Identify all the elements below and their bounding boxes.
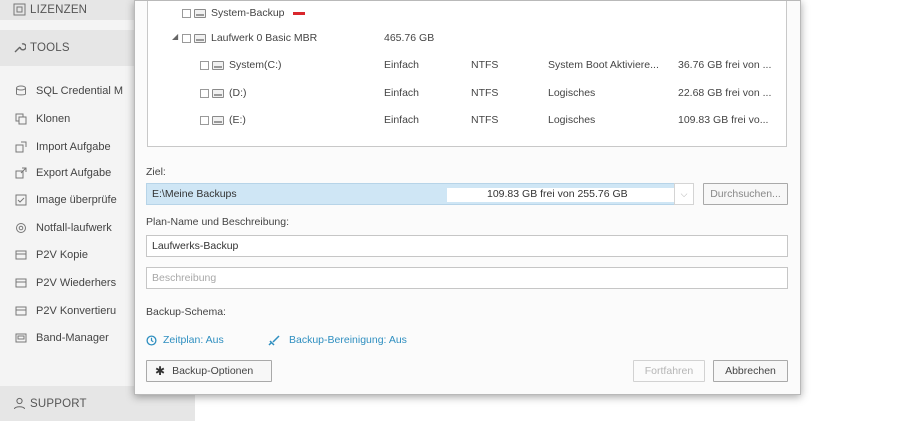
checkbox[interactable] bbox=[182, 33, 191, 43]
partition-name: (E:) bbox=[229, 114, 246, 126]
schedule-link[interactable]: Zeitplan: Aus bbox=[146, 334, 224, 346]
backup-dialog: System-Backup ◢ Laufwerk 0 Basic MBR 465… bbox=[134, 0, 801, 395]
partition-label-group: (D:) bbox=[200, 87, 247, 99]
tree-row-system-backup[interactable]: System-Backup bbox=[182, 4, 482, 22]
cancel-button[interactable]: Abbrechen bbox=[713, 360, 788, 382]
plan-name-field[interactable]: Laufwerks-Backup bbox=[146, 235, 788, 257]
partition-label-group: (E:) bbox=[200, 114, 246, 126]
sidebar-section-label: SUPPORT bbox=[30, 397, 87, 410]
sidebar-item-label: Notfall-laufwerk bbox=[36, 222, 112, 234]
target-path-field[interactable]: E:\Meine Backups 109.83 GB frei von 255.… bbox=[146, 183, 694, 205]
partition-fs: NTFS bbox=[471, 59, 499, 71]
partition-name: (D:) bbox=[229, 87, 247, 99]
target-free-space: 109.83 GB frei von 255.76 GB bbox=[487, 188, 628, 200]
expander-icon[interactable]: ◢ bbox=[172, 32, 178, 41]
p2v-icon bbox=[15, 306, 27, 316]
disk-icon bbox=[212, 115, 224, 125]
source-tree[interactable]: System-Backup ◢ Laufwerk 0 Basic MBR 465… bbox=[147, 1, 787, 147]
description-field[interactable]: Beschreibung bbox=[146, 267, 788, 289]
import-icon bbox=[15, 141, 27, 153]
database-icon bbox=[16, 85, 26, 96]
sidebar-item-label: Klonen bbox=[36, 113, 71, 125]
partition-fs: NTFS bbox=[471, 87, 499, 99]
tree-row-label: System-Backup bbox=[211, 7, 285, 19]
support-icon bbox=[14, 397, 25, 410]
partition-name: System(C:) bbox=[229, 59, 282, 71]
checkbox[interactable] bbox=[200, 115, 209, 125]
disk-icon bbox=[212, 88, 224, 98]
plan-label: Plan-Name und Beschreibung: bbox=[146, 216, 290, 228]
export-icon bbox=[15, 167, 27, 179]
cleanup-label: Backup-Bereinigung: Aus bbox=[289, 334, 407, 346]
clone-icon bbox=[15, 113, 27, 125]
partition-free: 36.76 GB frei von ... bbox=[678, 59, 772, 71]
cleanup-link[interactable]: Backup-Bereinigung: Aus bbox=[268, 334, 407, 346]
warning-marker bbox=[292, 11, 305, 15]
sidebar-item-label: SQL Credential M bbox=[36, 85, 124, 97]
sidebar-item-label: P2V Konvertieru bbox=[36, 305, 117, 317]
browse-button[interactable]: Durchsuchen... bbox=[703, 183, 788, 205]
sidebar-item-label: P2V Wiederhers bbox=[36, 277, 117, 289]
partition-type: Einfach bbox=[384, 114, 420, 126]
plan-name-value: Laufwerks-Backup bbox=[152, 240, 239, 252]
disk-icon bbox=[194, 8, 206, 18]
checkbox-icon bbox=[15, 194, 27, 206]
p2v-icon bbox=[15, 278, 27, 288]
sidebar-item-label: Import Aufgabe bbox=[36, 141, 111, 153]
partition-status: Logisches bbox=[548, 114, 596, 126]
gear-icon: ✱ bbox=[155, 364, 166, 378]
partition-free: 109.83 GB frei vo... bbox=[678, 114, 769, 126]
license-icon bbox=[13, 3, 26, 16]
schema-label: Backup-Schema: bbox=[146, 306, 226, 318]
wrench-icon bbox=[14, 43, 26, 53]
tree-row-disk0[interactable]: ◢ Laufwerk 0 Basic MBR 465.76 GB bbox=[148, 30, 788, 48]
partition-type: Einfach bbox=[384, 87, 420, 99]
target-label: Ziel: bbox=[146, 166, 166, 178]
disk-size: 465.76 GB bbox=[384, 32, 435, 44]
partition-label-group: System(C:) bbox=[200, 59, 282, 71]
chevron-down-icon[interactable]: ⌵ bbox=[674, 183, 694, 205]
p2v-icon bbox=[15, 250, 27, 260]
sidebar-item-label: P2V Kopie bbox=[36, 249, 88, 261]
partition-fs: NTFS bbox=[471, 114, 499, 126]
partition-free: 22.68 GB frei von ... bbox=[678, 87, 772, 99]
partition-type: Einfach bbox=[384, 59, 420, 71]
disk-label-group: Laufwerk 0 Basic MBR bbox=[182, 32, 317, 44]
checkbox[interactable] bbox=[200, 60, 209, 70]
partition-status: System Boot Aktiviere... bbox=[548, 59, 659, 71]
sidebar-item-label: Image überprüfe bbox=[36, 194, 117, 206]
sidebar-section-label: LIZENZEN bbox=[30, 4, 88, 16]
tree-row-label: Laufwerk 0 Basic MBR bbox=[211, 32, 318, 44]
checkbox[interactable] bbox=[182, 8, 191, 18]
tree-row-partition[interactable]: (E:) Einfach NTFS Logisches 109.83 GB fr… bbox=[148, 112, 788, 130]
backup-options-label: Backup-Optionen bbox=[172, 365, 254, 377]
tree-row-partition[interactable]: System(C:) Einfach NTFS System Boot Akti… bbox=[148, 57, 788, 75]
disk-icon bbox=[194, 33, 206, 43]
schedule-label: Zeitplan: Aus bbox=[163, 334, 224, 346]
disk-icon bbox=[212, 60, 224, 70]
continue-button[interactable]: Fortfahren bbox=[633, 360, 705, 382]
description-placeholder: Beschreibung bbox=[152, 272, 217, 284]
tree-row-partition[interactable]: (D:) Einfach NTFS Logisches 22.68 GB fre… bbox=[148, 85, 788, 103]
partition-status: Logisches bbox=[548, 87, 596, 99]
broom-icon bbox=[268, 334, 280, 346]
lifebuoy-icon bbox=[16, 223, 26, 233]
target-path-value: E:\Meine Backups bbox=[152, 188, 237, 200]
sidebar-item-label: Band-Manager bbox=[36, 332, 109, 344]
backup-options-button[interactable]: ✱ Backup-Optionen bbox=[146, 360, 272, 382]
tape-icon bbox=[15, 333, 27, 343]
checkbox[interactable] bbox=[200, 88, 209, 98]
sidebar-item-label: Export Aufgabe bbox=[36, 167, 112, 179]
clock-icon bbox=[146, 334, 157, 346]
sidebar-section-label: TOOLS bbox=[30, 42, 70, 54]
